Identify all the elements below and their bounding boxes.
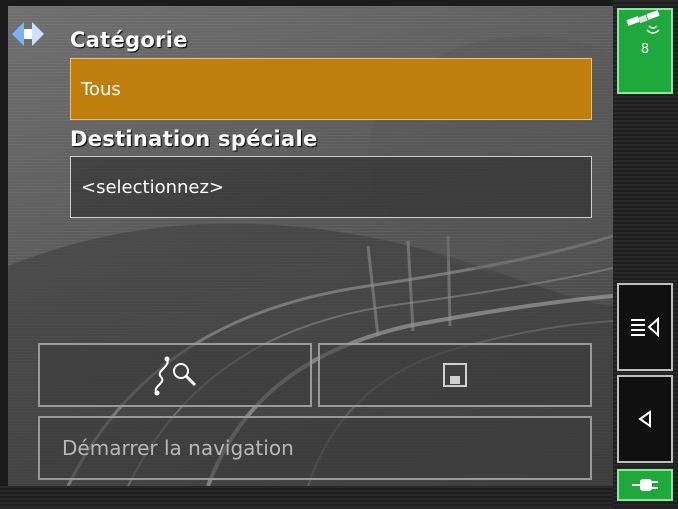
menu-lines-icon [631, 317, 659, 337]
start-navigation-button[interactable]: Démarrer la navigation [38, 416, 592, 480]
menu-button[interactable] [617, 283, 673, 371]
triangle-left-icon [638, 410, 651, 428]
satellite-icon [626, 10, 660, 34]
category-label: Catégorie [70, 28, 188, 52]
route-search-icon [154, 356, 197, 396]
power-button[interactable] [617, 469, 673, 501]
save-button[interactable] [318, 343, 592, 407]
back-button[interactable] [617, 375, 673, 463]
category-field[interactable]: Tous [70, 58, 592, 120]
compass-icon [12, 22, 44, 46]
satellite-count: 8 [640, 42, 650, 57]
gps-status-button[interactable]: 8 [617, 8, 673, 94]
poi-label: Destination spéciale [70, 127, 318, 151]
floppy-disk-icon [443, 363, 467, 387]
route-search-button[interactable] [38, 343, 312, 407]
poi-field[interactable]: <selectionnez> [70, 156, 592, 218]
power-plug-icon [632, 479, 658, 491]
bottom-bar [0, 486, 613, 509]
